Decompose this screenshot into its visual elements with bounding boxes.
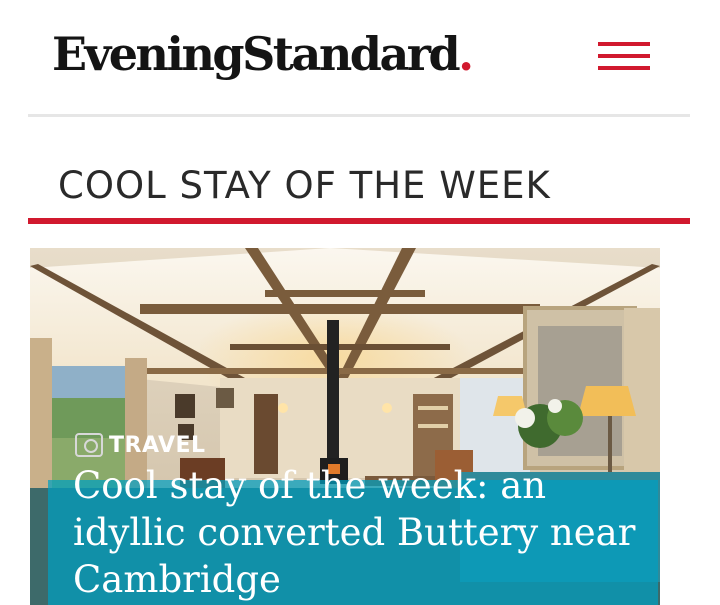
hamburger-menu-icon[interactable] bbox=[598, 40, 650, 72]
logo-dot: . bbox=[458, 27, 474, 81]
section-title: COOL STAY OF THE WEEK bbox=[58, 164, 551, 207]
article-headline[interactable]: Cool stay of the week: an idyllic conver… bbox=[73, 462, 653, 603]
logo-text: EveningStandard bbox=[52, 27, 461, 81]
gallery-icon bbox=[75, 433, 103, 457]
site-logo[interactable]: EveningStandard. bbox=[52, 26, 474, 82]
category-label: TRAVEL bbox=[109, 432, 206, 458]
section-divider bbox=[28, 218, 690, 224]
site-header: EveningStandard. bbox=[0, 0, 720, 115]
header-divider bbox=[28, 114, 690, 117]
article-category[interactable]: TRAVEL bbox=[75, 432, 206, 458]
